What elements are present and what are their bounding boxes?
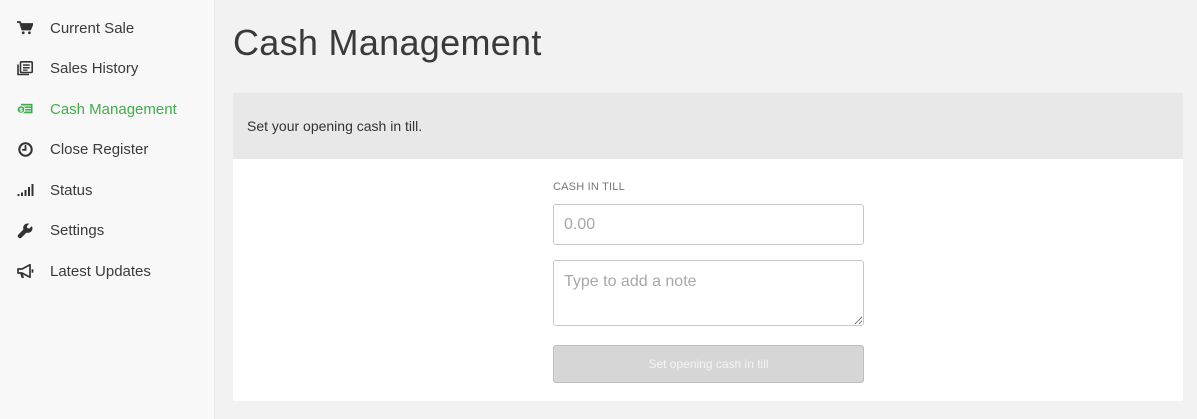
sidebar-item-latest-updates[interactable]: Latest Updates — [0, 251, 214, 292]
sidebar: Current Sale Sales History $ Cash Manage… — [0, 0, 215, 419]
cash-in-till-input[interactable] — [553, 204, 864, 245]
page-title: Cash Management — [233, 22, 542, 63]
clock-icon — [16, 141, 34, 159]
cash-icon: $ — [16, 100, 34, 118]
sidebar-item-label: Settings — [50, 222, 105, 240]
sidebar-item-status[interactable]: Status — [0, 170, 214, 211]
sidebar-item-settings[interactable]: Settings — [0, 211, 214, 252]
cash-form-panel: CASH IN TILL Set opening cash in till — [233, 159, 1183, 401]
sidebar-item-label: Latest Updates — [50, 262, 151, 280]
signal-icon — [16, 181, 34, 199]
sidebar-item-label: Status — [50, 181, 93, 199]
set-opening-cash-button[interactable]: Set opening cash in till — [553, 345, 864, 383]
cash-in-till-label: CASH IN TILL — [553, 181, 625, 193]
sidebar-item-label: Current Sale — [50, 19, 135, 37]
sidebar-item-label: Sales History — [50, 60, 139, 78]
app-root: Current Sale Sales History $ Cash Manage… — [0, 0, 1197, 419]
note-textarea[interactable] — [553, 260, 864, 326]
sidebar-item-sales-history[interactable]: Sales History — [0, 49, 214, 90]
sidebar-item-cash-management[interactable]: $ Cash Management — [0, 89, 214, 130]
cart-icon — [16, 19, 34, 37]
sidebar-item-label: Close Register — [50, 141, 149, 159]
history-icon — [16, 60, 34, 78]
megaphone-icon — [16, 262, 34, 280]
wrench-icon — [16, 222, 34, 240]
sidebar-item-current-sale[interactable]: Current Sale — [0, 8, 214, 49]
svg-text:$: $ — [19, 108, 23, 114]
banner-text: Set your opening cash in till. — [247, 118, 423, 134]
info-banner: Set your opening cash in till. — [233, 93, 1183, 159]
sidebar-item-label: Cash Management — [50, 100, 177, 118]
sidebar-item-close-register[interactable]: Close Register — [0, 130, 214, 171]
